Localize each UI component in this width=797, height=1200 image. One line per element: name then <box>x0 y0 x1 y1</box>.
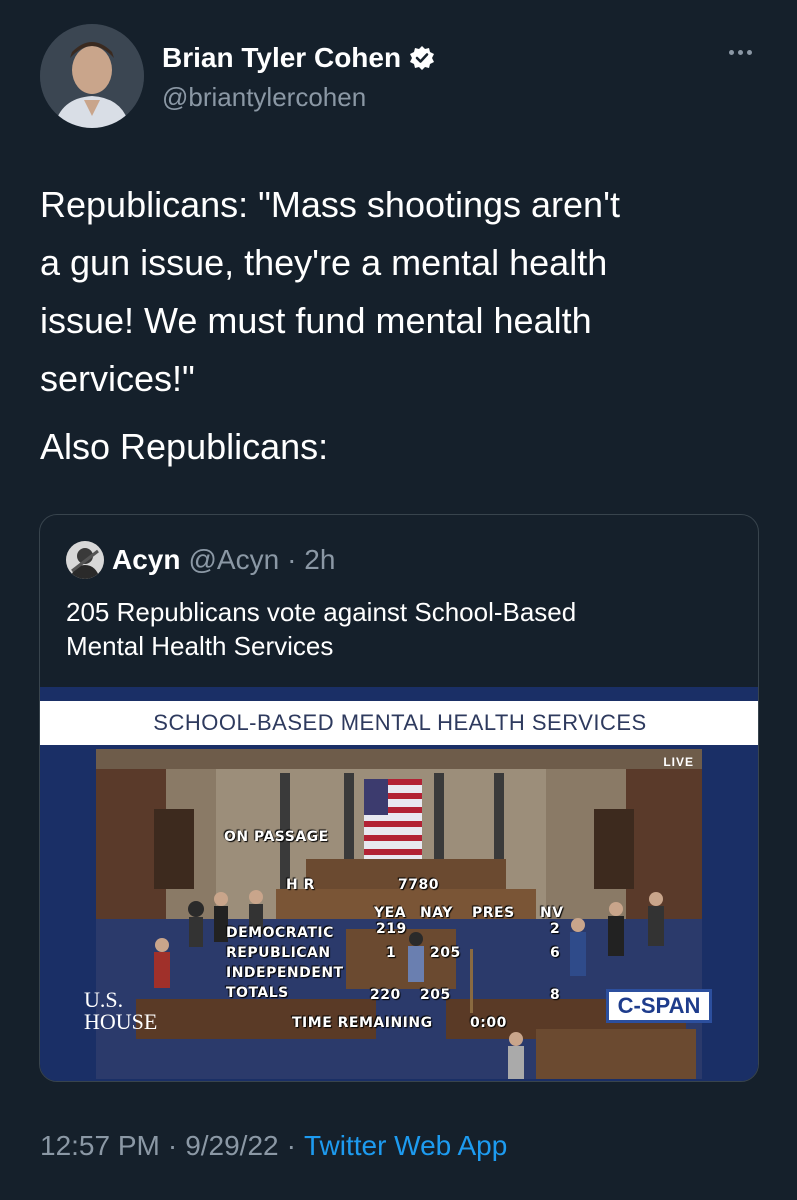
row-independent: INDEPENDENT <box>226 965 344 981</box>
on-passage-label: ON PASSAGE <box>224 829 329 845</box>
bill-number: 7780 <box>398 877 439 893</box>
avatar-image <box>40 24 144 128</box>
quoted-tweet[interactable]: Acyn @Acyn · 2h 205 Republicans vote aga… <box>39 514 759 1082</box>
author-handle[interactable]: @briantylercohen <box>162 82 435 113</box>
quoted-tweet-media[interactable]: SCHOOL-BASED MENTAL HEALTH SERVICES LIVE… <box>40 687 758 1081</box>
tweet-date[interactable]: 9/29/22 <box>185 1130 278 1162</box>
tweet-footer: 12:57 PM · 9/29/22 · Twitter Web App <box>40 1130 507 1162</box>
dem-nv: 2 <box>550 921 561 937</box>
quoted-author-handle[interactable]: @Acyn <box>188 544 279 576</box>
more-dot <box>746 49 752 55</box>
tweet-time[interactable]: 12:57 PM <box>40 1130 160 1162</box>
row-totals: TOTALS <box>226 985 289 1001</box>
col-yea: YEA <box>374 905 407 921</box>
row-republican: REPUBLICAN <box>226 945 331 961</box>
quoted-author-avatar[interactable] <box>66 541 104 579</box>
us-house-logo-line1: U.S. <box>84 987 124 1012</box>
author-name-text[interactable]: Brian Tyler Cohen <box>162 42 401 74</box>
author-name[interactable]: Brian Tyler Cohen <box>162 42 435 74</box>
tweet-text-secondary: Also Republicans: <box>40 426 329 467</box>
cspan-logo: C-SPAN <box>606 989 712 1023</box>
tweet-text-main: Republicans: "Mass shootings aren't a gu… <box>40 184 620 399</box>
footer-separator: · <box>286 1130 296 1161</box>
total-nay: 205 <box>420 987 451 1003</box>
quoted-author-name[interactable]: Acyn <box>112 544 180 576</box>
col-pres: PRES <box>472 905 515 921</box>
us-house-logo: U.S. HOUSE <box>78 983 190 1043</box>
row-democratic: DEMOCRATIC <box>226 925 334 941</box>
total-yea: 220 <box>370 987 401 1003</box>
tweet-header: Brian Tyler Cohen @briantylercohen <box>40 24 760 134</box>
more-dot <box>737 49 743 55</box>
media-banner: SCHOOL-BASED MENTAL HEALTH SERVICES <box>40 701 758 745</box>
total-nv: 8 <box>550 987 561 1003</box>
rep-nv: 6 <box>550 945 561 961</box>
quoted-tweet-header: Acyn @Acyn · 2h <box>66 541 335 579</box>
live-indicator: LIVE <box>663 755 694 769</box>
quoted-tweet-time[interactable]: · 2h <box>287 544 335 576</box>
bill-prefix: H R <box>286 877 315 893</box>
footer-separator: · <box>167 1130 178 1161</box>
tweet-source-link[interactable]: Twitter Web App <box>304 1130 507 1162</box>
col-nv: NV <box>540 905 564 921</box>
col-nay: NAY <box>420 905 453 921</box>
quoted-tweet-text: 205 Republicans vote against School-Base… <box>66 597 577 661</box>
rep-nay: 205 <box>430 945 461 961</box>
dem-yea: 219 <box>376 921 407 937</box>
time-remaining-label: TIME REMAINING <box>292 1015 433 1031</box>
time-remaining-value: 0:00 <box>470 1015 507 1031</box>
rep-yea: 1 <box>386 945 397 961</box>
us-house-logo-line2: HOUSE <box>84 1009 158 1034</box>
more-dot <box>728 49 734 55</box>
tweet-text: Republicans: "Mass shootings aren't a gu… <box>40 176 760 476</box>
verified-badge-icon <box>409 45 435 71</box>
quoted-avatar-image <box>66 541 104 579</box>
author-info: Brian Tyler Cohen @briantylercohen <box>162 42 435 113</box>
more-options-icon[interactable] <box>720 40 760 64</box>
author-avatar[interactable] <box>40 24 144 128</box>
